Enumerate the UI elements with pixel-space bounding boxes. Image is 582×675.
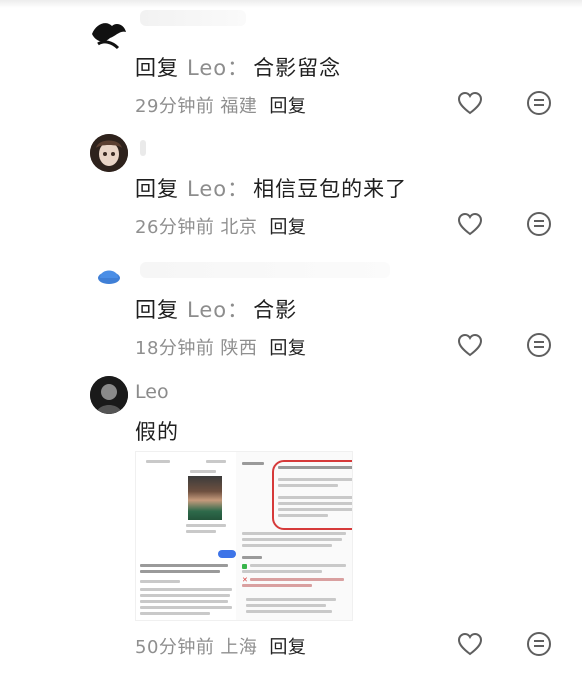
reply-button[interactable]: 回复 [269, 96, 306, 117]
username-blurred [140, 10, 246, 26]
reply-label: 回复 [135, 56, 179, 80]
comment-meta: 50分钟前 上海 回复 [135, 633, 306, 659]
reply-button[interactable]: 回复 [269, 338, 306, 359]
username[interactable]: Leo [135, 381, 169, 403]
comment-body: 假的 [135, 420, 179, 444]
screenshot-button [218, 550, 236, 558]
avatar[interactable] [90, 254, 128, 292]
comment-location: 上海 [220, 637, 258, 658]
reply-to-user[interactable]: Leo [187, 298, 227, 322]
attached-screenshot[interactable]: ✕ [135, 451, 353, 621]
reply-to-user[interactable]: Leo [187, 56, 227, 80]
ellipsis-circle-icon[interactable] [524, 330, 554, 360]
avatar[interactable] [90, 134, 128, 172]
reply-label: 回复 [135, 298, 179, 322]
reply-to-user[interactable]: Leo [187, 177, 227, 201]
comment-body: 合影留念 [253, 56, 342, 80]
comment-location: 陕西 [220, 338, 258, 359]
comment-body: 合影 [253, 298, 298, 322]
comment-location: 北京 [220, 217, 258, 238]
comment-meta: 26分钟前 北京 回复 [135, 213, 306, 239]
avatar[interactable] [90, 14, 128, 52]
ellipsis-circle-icon[interactable] [524, 629, 554, 659]
avatar[interactable] [90, 376, 128, 414]
highlight-box [272, 460, 352, 530]
top-divider [0, 0, 582, 8]
comment-time: 18分钟前 [135, 338, 215, 359]
ellipsis-circle-icon[interactable] [524, 209, 554, 239]
colon: ： [227, 177, 250, 201]
heart-outline-icon[interactable] [455, 330, 485, 360]
comment-time: 50分钟前 [135, 637, 215, 658]
reply-button[interactable]: 回复 [269, 217, 306, 238]
heart-outline-icon[interactable] [455, 629, 485, 659]
colon: ： [227, 56, 250, 80]
reply-button[interactable]: 回复 [269, 637, 306, 658]
heart-outline-icon[interactable] [455, 209, 485, 239]
comment-body: 相信豆包的来了 [253, 177, 408, 201]
comment-time: 26分钟前 [135, 217, 215, 238]
colon: ： [227, 298, 250, 322]
heart-outline-icon[interactable] [455, 88, 485, 118]
screenshot-left-pane [136, 452, 236, 620]
comment-text[interactable]: 回复 Leo： 合影留念 [135, 52, 341, 82]
comment-meta: 18分钟前 陕西 回复 [135, 334, 306, 360]
comment-text[interactable]: 假的 [135, 416, 179, 446]
ellipsis-circle-icon[interactable] [524, 88, 554, 118]
username-blurred [140, 262, 390, 278]
comment-meta: 29分钟前 福建 回复 [135, 92, 306, 118]
comment-text[interactable]: 回复 Leo： 合影 [135, 294, 297, 324]
reply-label: 回复 [135, 177, 179, 201]
comment-text[interactable]: 回复 Leo： 相信豆包的来了 [135, 173, 407, 203]
comment-time: 29分钟前 [135, 96, 215, 117]
screenshot-photo [188, 476, 222, 520]
username-blurred [140, 140, 146, 156]
comment-location: 福建 [220, 96, 258, 117]
